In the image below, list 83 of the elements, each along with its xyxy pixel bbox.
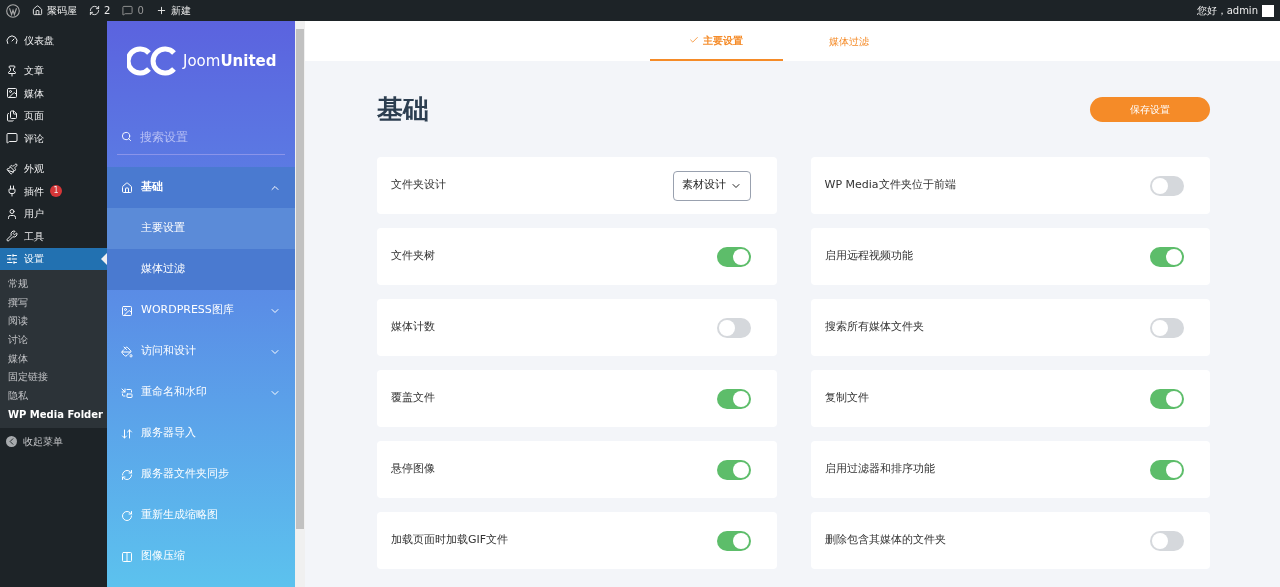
- toggle-switch[interactable]: [1150, 459, 1184, 480]
- toggle-switch[interactable]: [716, 459, 751, 480]
- toggle-switch[interactable]: [1150, 175, 1184, 196]
- setting-label: 文件夹设计: [391, 177, 446, 194]
- submenu-item[interactable]: 固定链接: [0, 367, 107, 387]
- image-icon: [121, 304, 133, 317]
- setting-label: 启用远程视频功能: [824, 248, 913, 265]
- comment-icon: [122, 5, 134, 16]
- admin-menu-item[interactable]: 设置: [0, 247, 107, 270]
- admin-menu-item[interactable]: 工具: [0, 225, 107, 248]
- admin-menu-item[interactable]: 外观: [0, 157, 107, 180]
- paint-bucket-icon: [121, 345, 133, 358]
- setting-label: 启用过滤器和排序功能: [824, 461, 935, 478]
- submenu-item[interactable]: WP Media Folder: [0, 404, 107, 424]
- scrollbar-thumb[interactable]: [296, 29, 304, 529]
- design-select[interactable]: 素材设计: [672, 170, 751, 201]
- rotate-icon: [121, 509, 133, 522]
- setting-label: 媒体计数: [391, 319, 435, 336]
- count-badge: 1: [50, 185, 62, 198]
- sliders-icon: [6, 252, 18, 265]
- admin-menu-item[interactable]: 插件 1: [0, 180, 107, 203]
- plug-icon: [6, 185, 18, 198]
- pin-icon: [6, 64, 18, 77]
- gauge-icon: [6, 34, 18, 47]
- brush-icon: [6, 162, 18, 175]
- wrench-icon: [6, 230, 18, 243]
- admin-menu-item[interactable]: 评论: [0, 127, 107, 150]
- submenu-item[interactable]: 讨论: [0, 330, 107, 349]
- toggle-switch[interactable]: [716, 388, 751, 409]
- collapse-menu-button[interactable]: 收起菜单: [0, 433, 107, 449]
- submenu-item[interactable]: 常规: [0, 274, 107, 293]
- setting-label: 删除包含其媒体的文件夹: [824, 532, 946, 549]
- logo-text: JoomUnited: [183, 50, 277, 72]
- submenu-item[interactable]: 阅读: [0, 311, 107, 331]
- plus-icon: [155, 5, 167, 16]
- arrows-icon: [121, 427, 133, 440]
- setting-label: 覆盖文件: [391, 390, 435, 407]
- admin-menu-item[interactable]: 页面: [0, 104, 107, 127]
- wordpress-logo-icon[interactable]: [6, 3, 20, 18]
- search-icon: [121, 131, 132, 142]
- search-field[interactable]: 搜索设置: [117, 119, 285, 155]
- sync-icon: [89, 5, 100, 16]
- avatar-icon: [1262, 4, 1274, 17]
- columns-icon: [121, 550, 133, 563]
- toggle-switch[interactable]: [1150, 317, 1184, 338]
- submenu-item[interactable]: 媒体: [0, 348, 107, 368]
- search-input: 搜索设置: [140, 127, 280, 146]
- admin-menu-item[interactable]: 文章: [0, 59, 107, 82]
- greeting-text[interactable]: 您好，admin: [1196, 3, 1258, 18]
- check-icon: [689, 35, 699, 45]
- updates-link[interactable]: 2: [89, 3, 111, 18]
- home-icon: [32, 5, 43, 16]
- site-link[interactable]: 聚码屋: [32, 3, 77, 18]
- images-icon: [6, 87, 18, 100]
- comments-link[interactable]: 0: [122, 3, 144, 18]
- admin-menu-item[interactable]: 媒体: [0, 82, 107, 105]
- home-icon: [121, 181, 133, 194]
- user-icon: [6, 207, 18, 220]
- setting-label: 悬停图像: [391, 461, 435, 478]
- settings-nav-item[interactable]: 基础: [107, 167, 295, 208]
- submenu-item[interactable]: 隐私: [0, 386, 107, 405]
- settings-subnav-item[interactable]: 媒体过滤: [107, 249, 295, 290]
- setting-label: 复制文件: [824, 390, 869, 407]
- admin-menu-item[interactable]: 仪表盘: [0, 29, 107, 52]
- new-link[interactable]: 新建: [155, 3, 191, 18]
- joomunited-logo-icon: [127, 46, 179, 76]
- sync-icon: [121, 468, 133, 481]
- setting-label: WP Media文件夹位于前端: [824, 177, 956, 194]
- toggle-switch[interactable]: [1150, 246, 1184, 267]
- toggle-switch[interactable]: [1150, 388, 1184, 409]
- toggle-switch[interactable]: [716, 246, 751, 267]
- toggle-switch[interactable]: [1150, 530, 1184, 551]
- toggle-switch[interactable]: [716, 530, 751, 551]
- comment-icon: [6, 132, 18, 145]
- pages-icon: [6, 109, 18, 122]
- submenu-item[interactable]: 撰写: [0, 292, 107, 312]
- setting-label: 文件夹树: [391, 248, 435, 265]
- collapse-icon: [6, 435, 17, 447]
- toggle-switch[interactable]: [716, 317, 751, 338]
- setting-label: 加载页面时加载GIF文件: [391, 532, 509, 549]
- page-title: 基础: [377, 92, 429, 126]
- setting-label: 搜索所有媒体文件夹: [824, 319, 924, 336]
- admin-menu-item[interactable]: 用户: [0, 202, 107, 225]
